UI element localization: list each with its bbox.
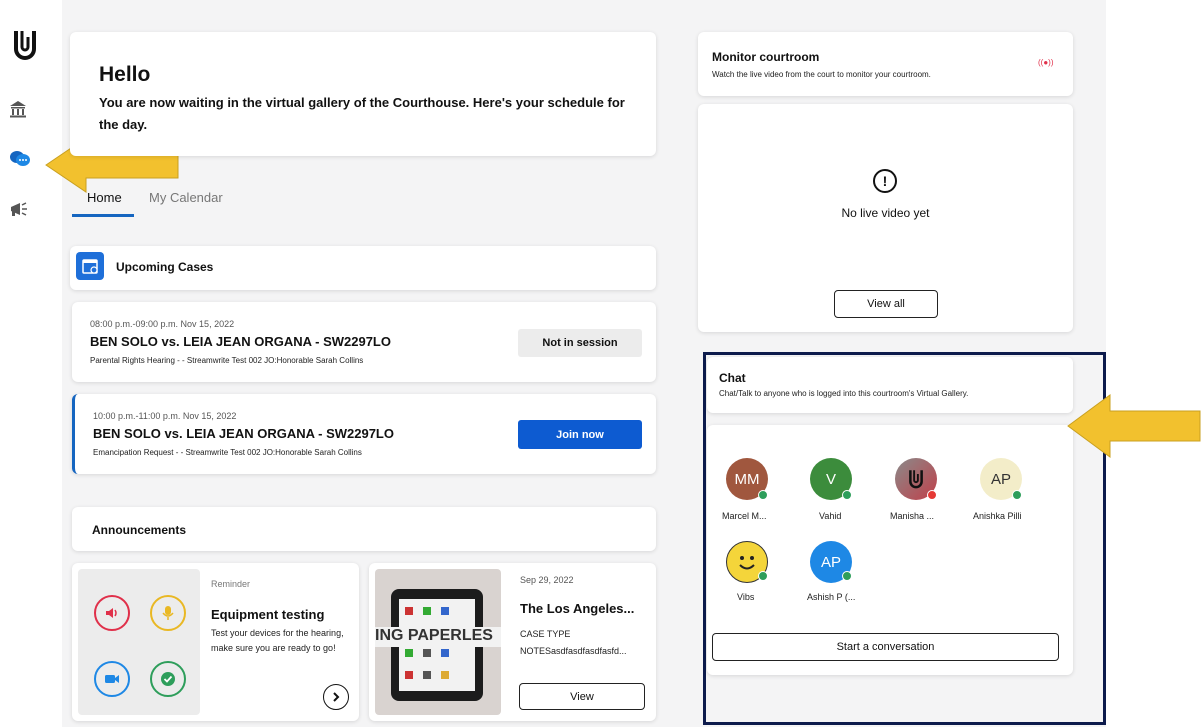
monitor-courtroom-header: Monitor courtroom Watch the live video f… [698, 32, 1073, 96]
live-signal-icon: ((●)) [1038, 58, 1054, 67]
logo-icon [909, 470, 923, 489]
device-icons-panel [78, 569, 200, 715]
case-description: Emancipation Request - - Streamwrite Tes… [93, 448, 362, 457]
tablet-image: ING PAPERLES [375, 569, 501, 715]
online-status-dot [842, 490, 852, 500]
case-time: 08:00 p.m.-09:00 p.m. Nov 15, 2022 [90, 319, 235, 329]
announcement-title: Equipment testing [211, 607, 325, 622]
courthouse-icon[interactable] [8, 98, 28, 120]
sidebar [0, 18, 58, 727]
chevron-right-icon[interactable] [323, 684, 349, 710]
welcome-card: Hello You are now waiting in the virtual… [70, 32, 656, 156]
participant-name: Vahid [819, 511, 842, 521]
participant-name: Marcel M... [722, 511, 767, 521]
participant-name: Vibs [737, 592, 755, 602]
online-status-dot [1012, 490, 1022, 500]
announcements-header: Announcements [72, 507, 656, 551]
announcement-date: Sep 29, 2022 [520, 575, 574, 585]
participant-name: Anishka Pilli [973, 511, 1022, 521]
image-caption: ING PAPERLES [375, 627, 493, 644]
chat-participants-panel: MM Marcel M... V Vahid Manisha ... AP An… [707, 425, 1073, 675]
tab-home[interactable]: Home [87, 190, 122, 205]
smiley-icon [739, 556, 755, 570]
active-tab-indicator [72, 214, 134, 217]
online-status-dot [842, 571, 852, 581]
announcement-title: The Los Angeles... [520, 601, 635, 616]
case-title: BEN SOLO vs. LEIA JEAN ORGANA - SW2297LO [93, 426, 394, 441]
online-status-dot [758, 571, 768, 581]
participant-name: Manisha ... [890, 511, 935, 521]
case-description: Parental Rights Hearing - - Streamwrite … [90, 356, 364, 365]
announcement-notes: NOTESasdfasdfasdfasfd... [520, 646, 627, 656]
busy-status-dot [927, 490, 937, 500]
chat-title: Chat [719, 371, 746, 385]
online-status-dot [758, 490, 768, 500]
chat-header: Chat Chat/Talk to anyone who is logged i… [707, 357, 1073, 413]
live-video-panel: ! No live video yet View all [698, 104, 1073, 332]
announcement-card-equipment[interactable]: Reminder Equipment testing Test your dev… [72, 563, 359, 721]
announcements-title: Announcements [92, 523, 187, 537]
welcome-subtitle: You are now waiting in the virtual galle… [99, 95, 625, 132]
participant-name: Ashish P (... [807, 592, 856, 602]
view-all-button[interactable]: View all [834, 290, 938, 318]
calendar-icon [76, 252, 104, 280]
announcement-body: Test your devices for the hearing, make … [211, 628, 344, 653]
start-conversation-button[interactable]: Start a conversation [712, 633, 1059, 661]
chat-subtitle: Chat/Talk to anyone who is logged into t… [719, 389, 969, 398]
view-button[interactable]: View [519, 683, 645, 710]
speaker-icon [94, 595, 130, 631]
no-live-video-text: No live video yet [841, 206, 930, 220]
megaphone-icon[interactable] [8, 198, 30, 220]
join-now-button[interactable]: Join now [518, 420, 642, 449]
upcoming-cases-title: Upcoming Cases [116, 260, 214, 274]
case-title: BEN SOLO vs. LEIA JEAN ORGANA - SW2297LO [90, 334, 391, 349]
not-in-session-button: Not in session [518, 329, 642, 357]
announcement-tag: Reminder [211, 579, 251, 589]
checkmark-icon [150, 661, 186, 697]
pointer-arrow-left [1067, 394, 1201, 458]
case-card[interactable]: 08:00 p.m.-09:00 p.m. Nov 15, 2022 BEN S… [72, 302, 656, 382]
tab-my-calendar[interactable]: My Calendar [149, 190, 223, 205]
chat-icon[interactable] [8, 148, 32, 170]
microphone-icon [150, 595, 186, 631]
announcement-card-los-angeles[interactable]: ING PAPERLES Sep 29, 2022 The Los Angele… [369, 563, 656, 721]
welcome-title: Hello [99, 63, 151, 86]
video-camera-icon [94, 661, 130, 697]
monitor-subtitle: Watch the live video from the court to m… [712, 70, 931, 79]
monitor-title: Monitor courtroom [712, 50, 820, 64]
case-card[interactable]: 10:00 p.m.-11:00 p.m. Nov 15, 2022 BEN S… [72, 394, 656, 474]
logo-icon[interactable] [8, 28, 42, 62]
upcoming-cases-header: Upcoming Cases [70, 246, 656, 290]
case-time: 10:00 p.m.-11:00 p.m. Nov 15, 2022 [93, 411, 237, 421]
alert-icon: ! [873, 169, 897, 193]
case-type-label: CASE TYPE [520, 629, 571, 639]
